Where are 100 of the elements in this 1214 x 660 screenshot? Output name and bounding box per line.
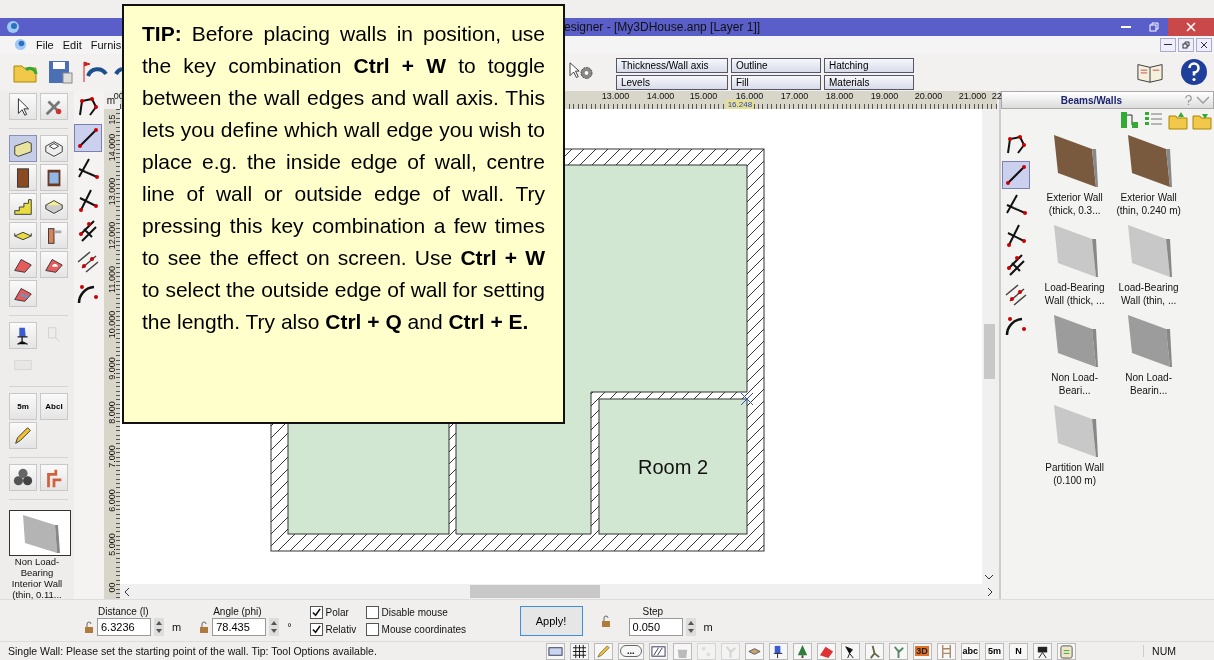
step-field[interactable]: 0.050 [628, 617, 683, 636]
dimension-tool[interactable]: 5m [9, 393, 37, 421]
stairs-icon[interactable] [9, 193, 37, 221]
catalog-item[interactable]: Non Load-Bearin... [1111, 371, 1186, 398]
catalog-item[interactable]: Non Load-Beari... [1037, 371, 1112, 398]
dimension-tool[interactable]: 5m [985, 642, 1005, 660]
lock-icon[interactable] [600, 614, 611, 627]
north-tool[interactable]: N [1009, 642, 1029, 660]
chair-icon[interactable] [768, 642, 788, 660]
camera-icon[interactable] [1033, 642, 1053, 660]
catalog-item[interactable]: Exterior Wall (thin, 0.240 m) [1111, 191, 1186, 218]
ceiling-icon[interactable] [9, 222, 37, 250]
ruler-label: 21.000 [958, 91, 987, 102]
box-icon[interactable] [744, 642, 764, 660]
tree-icon[interactable] [792, 642, 812, 660]
property-tab[interactable]: Fill [731, 75, 821, 91]
ladder-icon[interactable] [936, 642, 956, 660]
minimize-button[interactable] [1160, 37, 1176, 52]
figure-icon[interactable] [864, 642, 884, 660]
spiral-icon[interactable] [9, 464, 37, 492]
property-tab[interactable]: Outline [731, 58, 821, 74]
checkbox[interactable] [365, 622, 379, 636]
scroll-right-icon[interactable] [986, 586, 993, 597]
wall-view-icon[interactable] [546, 642, 565, 660]
pipes-icon[interactable] [40, 464, 68, 492]
app-icon [6, 20, 20, 34]
ruler-label: 15 [106, 113, 118, 127]
unit-label: m [703, 620, 713, 633]
pencil-icon[interactable] [594, 642, 613, 660]
distance-field[interactable]: 6.3236 [97, 617, 151, 636]
scrollbar-thumb[interactable] [469, 585, 600, 599]
property-tab[interactable]: Thickness/Wall axis [616, 58, 728, 74]
pencil-icon[interactable] [9, 422, 37, 450]
roof-window-icon[interactable] [40, 251, 68, 279]
slab-icon[interactable] [40, 193, 68, 221]
close-icon [1186, 22, 1196, 32]
help-icon[interactable] [1180, 58, 1208, 87]
text-tool[interactable]: AbcI [40, 393, 68, 421]
save-icon[interactable] [46, 58, 74, 87]
room-icon[interactable] [40, 135, 68, 163]
menu-item[interactable]: File [36, 38, 54, 51]
single-wall-icon[interactable] [74, 124, 103, 153]
lock-icon[interactable] [199, 620, 210, 633]
restore-button[interactable] [1178, 37, 1194, 52]
dormer-icon[interactable] [9, 280, 37, 308]
field-label: Angle (phi) [212, 605, 263, 617]
menu-item[interactable]: Edit [62, 38, 82, 51]
minimize-icon [1164, 44, 1172, 46]
wall-icon[interactable] [9, 135, 37, 163]
grid-icon[interactable] [570, 642, 589, 660]
spin-icon[interactable] [685, 617, 696, 636]
field-label: Distance (l) [97, 605, 150, 617]
ruler-label: 19.000 [870, 91, 899, 102]
window-title: esigner - [My3DHouse.anp [Layer 1]] [564, 20, 761, 34]
spin-icon[interactable] [154, 617, 164, 636]
catalog-item[interactable]: Partition Wall (0.100 m) [1037, 461, 1112, 488]
menu-item[interactable]: Furnis [90, 38, 122, 51]
window-icon[interactable] [40, 164, 68, 192]
checkbox[interactable] [309, 605, 323, 619]
pointer-icon[interactable] [9, 93, 37, 121]
spot-icon[interactable] [840, 642, 860, 660]
checkbox[interactable] [365, 605, 379, 619]
catalog-item[interactable]: Exterior Wall (thick, 0.3... [1037, 191, 1112, 218]
lock-icon[interactable] [84, 620, 94, 633]
door-icon[interactable] [9, 164, 37, 192]
hatch-icon[interactable] [648, 642, 668, 660]
tools-icon[interactable] [40, 93, 68, 121]
catalog-item[interactable]: Load-Bearing Wall (thin, ... [1111, 281, 1186, 308]
cube-tool[interactable]: 3D [912, 642, 932, 660]
scroll-down-icon[interactable] [984, 574, 995, 581]
single-wall-icon[interactable] [1001, 161, 1030, 190]
roof-icon[interactable] [816, 642, 836, 660]
cursor-cross-icon [740, 392, 754, 406]
checkbox[interactable] [309, 622, 323, 636]
restore-icon [1182, 40, 1190, 49]
roof-icon[interactable] [9, 251, 37, 279]
scroll-left-icon[interactable] [123, 586, 130, 597]
ruler-label: 20.000 [914, 91, 943, 102]
plant-icon[interactable] [888, 642, 908, 660]
apply-button[interactable]: Apply! [519, 605, 583, 636]
spin-icon[interactable] [269, 617, 280, 636]
collapse-icon[interactable] [1196, 95, 1210, 106]
angle-field[interactable]: 78.435 [212, 617, 267, 636]
pill-tool[interactable]: ... [618, 642, 644, 660]
property-tab[interactable]: Materials [824, 75, 914, 91]
chair-icon[interactable] [9, 322, 37, 350]
scrollbar-thumb[interactable] [983, 324, 995, 380]
checkbox-label: Mouse coordinates [381, 623, 467, 635]
tree-view-icon[interactable] [1120, 110, 1140, 131]
ruler-label: 00 [106, 581, 118, 595]
property-tab[interactable]: Hatching [824, 58, 914, 74]
horizontal-scrollbar[interactable] [119, 584, 997, 600]
column-icon[interactable] [40, 222, 68, 250]
property-tab[interactable]: Levels [616, 75, 728, 91]
folder-icon[interactable] [1168, 110, 1188, 131]
catalog-item[interactable]: Load-Bearing Wall (thick, ... [1037, 281, 1112, 308]
text-tool[interactable]: abc [960, 642, 981, 660]
clipboard-icon[interactable] [1057, 642, 1077, 660]
vertical-scrollbar[interactable] [981, 109, 997, 585]
close-button[interactable] [1196, 37, 1212, 52]
